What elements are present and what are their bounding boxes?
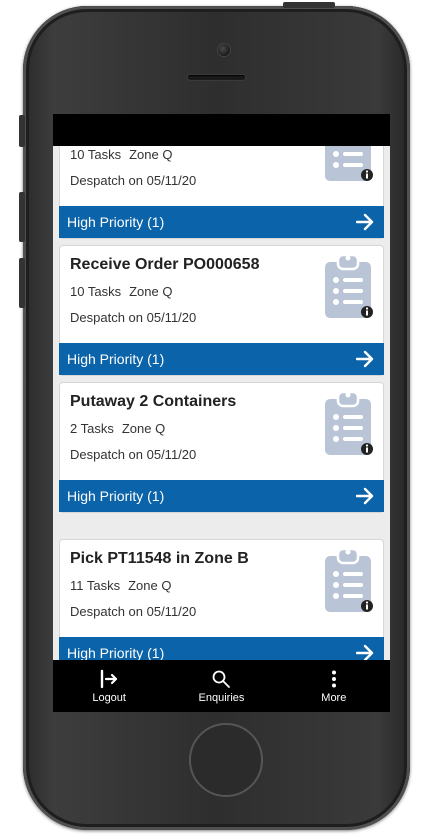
task-card[interactable]: Putaway 2 Containers 2 Tasks Zone Q Despa… — [59, 382, 384, 513]
clipboard-info-icon[interactable] — [323, 546, 373, 614]
card-tasks: 10 Tasks — [70, 147, 122, 162]
card-despatch: Despatch on 05/11/20 — [70, 447, 197, 462]
phone-screen: 10 Tasks Zone Q Despatch on 05/11/20 High… — [53, 114, 390, 712]
logout-label: Logout — [92, 691, 126, 704]
card-tasks: 10 Tasks — [70, 284, 122, 299]
card-zone: Zone Q — [129, 284, 173, 299]
logout-icon — [100, 669, 118, 688]
more-label: More — [321, 691, 347, 704]
enquiries-label: Enquiries — [198, 691, 245, 704]
card-tasks-zone: 2 Tasks Zone Q — [70, 421, 165, 436]
arrow-right-icon — [356, 213, 374, 231]
home-button[interactable] — [189, 723, 263, 797]
clipboard-info-icon[interactable] — [323, 146, 373, 183]
clipboard-info-icon[interactable] — [323, 389, 373, 457]
card-zone: Zone Q — [121, 421, 166, 436]
search-icon — [213, 670, 231, 688]
card-despatch: Despatch on 05/11/20 — [70, 173, 197, 188]
card-despatch: Despatch on 05/11/20 — [70, 310, 197, 325]
card-tasks: 11 Tasks — [70, 578, 121, 593]
card-title: Receive Order PO000658 — [70, 256, 260, 273]
more-vertical-icon — [331, 670, 336, 687]
task-card[interactable]: Pick PT11548 in Zone B 11 Tasks Zone Q De… — [59, 539, 384, 660]
enquiries-button[interactable]: Enquiries — [176, 669, 266, 704]
task-card[interactable]: Receive Order PO000658 10 Tasks Zone Q De… — [59, 245, 384, 376]
card-tasks-zone: 10 Tasks Zone Q — [70, 147, 172, 162]
volume-up-button — [19, 192, 25, 242]
earpiece-speaker — [188, 75, 245, 80]
arrow-right-icon — [356, 487, 374, 505]
bottom-nav-bar: Logout Enquiries More — [53, 660, 390, 712]
power-button — [283, 2, 335, 8]
card-tasks-zone: 10 Tasks Zone Q — [70, 284, 172, 299]
task-card[interactable]: 10 Tasks Zone Q Despatch on 05/11/20 High… — [59, 146, 384, 239]
priority-bar[interactable]: High Priority (1) — [59, 480, 384, 512]
logout-button[interactable]: Logout — [64, 669, 154, 704]
card-tasks: 2 Tasks — [70, 421, 114, 436]
card-title: Pick PT11548 in Zone B — [70, 550, 249, 567]
status-bar — [53, 114, 390, 146]
card-zone: Zone Q — [128, 578, 172, 593]
front-camera — [218, 44, 230, 56]
volume-down-button — [19, 258, 25, 308]
task-list[interactable]: 10 Tasks Zone Q Despatch on 05/11/20 High… — [53, 146, 390, 660]
priority-label: High Priority (1) — [67, 214, 165, 230]
card-tasks-zone: 11 Tasks Zone Q — [70, 578, 171, 593]
mute-switch — [19, 115, 25, 147]
arrow-right-icon — [356, 350, 374, 368]
card-title: Putaway 2 Containers — [70, 393, 237, 410]
priority-bar[interactable]: High Priority (1) — [59, 637, 384, 660]
priority-label: High Priority (1) — [67, 488, 165, 504]
priority-bar[interactable]: High Priority (1) — [59, 206, 384, 238]
priority-bar[interactable]: High Priority (1) — [59, 343, 384, 375]
more-button[interactable]: More — [289, 669, 379, 704]
priority-label: High Priority (1) — [67, 351, 165, 367]
card-zone: Zone Q — [129, 147, 173, 162]
clipboard-info-icon[interactable] — [323, 252, 373, 320]
arrow-right-icon — [356, 644, 374, 660]
card-despatch: Despatch on 05/11/20 — [70, 604, 197, 619]
priority-label: High Priority (1) — [67, 645, 165, 660]
